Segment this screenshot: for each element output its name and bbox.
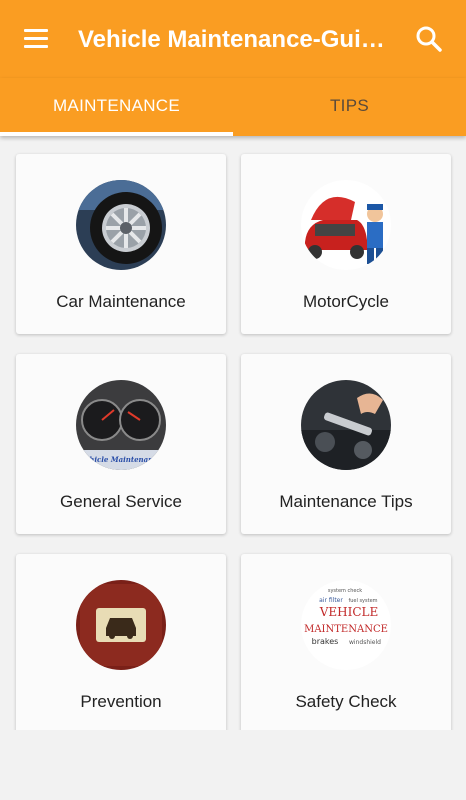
card-label: MotorCycle: [303, 292, 389, 311]
word-cloud-text: brakes: [312, 637, 339, 646]
tab-bar: MAINTENANCE TIPS: [0, 78, 466, 136]
hamburger-menu-icon[interactable]: [18, 24, 54, 54]
car-warning-icon-image: [76, 580, 166, 670]
wrench-engine-image: [301, 380, 391, 470]
search-icon[interactable]: [414, 24, 444, 54]
word-cloud-text: VEHICLE: [319, 605, 379, 619]
card-label: Car Maintenance: [56, 292, 186, 311]
card-motorcycle[interactable]: MotorCycle: [241, 154, 451, 334]
dashboard-gauges-image: Vehicle Maintenance: [76, 380, 166, 470]
card-label: General Service: [60, 492, 182, 511]
category-grid: Car Maintenance MotorCycle Vehicle Maint…: [0, 136, 466, 730]
word-cloud-text: air filter: [319, 597, 343, 604]
word-cloud-image: system check air filter fuel system VEHI…: [301, 580, 391, 670]
word-cloud-text: MAINTENANCE: [304, 624, 388, 635]
car-wheel-tire-image: [76, 180, 166, 270]
card-maintenance-tips[interactable]: Maintenance Tips: [241, 354, 451, 534]
card-label: Safety Check: [295, 692, 397, 711]
bottom-blank-area: [0, 730, 466, 800]
tab-tips[interactable]: TIPS: [233, 78, 466, 136]
card-label: Maintenance Tips: [279, 492, 413, 511]
card-general-service[interactable]: Vehicle Maintenance General Service: [16, 354, 226, 534]
app-bar: Vehicle Maintenance-Gui…: [0, 0, 466, 78]
mechanic-cartoon-image: [301, 180, 391, 270]
word-cloud-text: system check: [328, 588, 362, 594]
card-label: Prevention: [80, 692, 162, 711]
word-cloud-text: windshield: [349, 639, 381, 646]
card-car-maintenance[interactable]: Car Maintenance: [16, 154, 226, 334]
app-title: Vehicle Maintenance-Gui…: [78, 26, 385, 53]
card-prevention[interactable]: Prevention: [16, 554, 226, 730]
word-cloud-text: fuel system: [348, 598, 377, 604]
tab-maintenance[interactable]: MAINTENANCE: [0, 78, 233, 136]
card-safety-check[interactable]: system check air filter fuel system VEHI…: [241, 554, 451, 730]
image-caption: Vehicle Maintenance: [80, 455, 162, 464]
